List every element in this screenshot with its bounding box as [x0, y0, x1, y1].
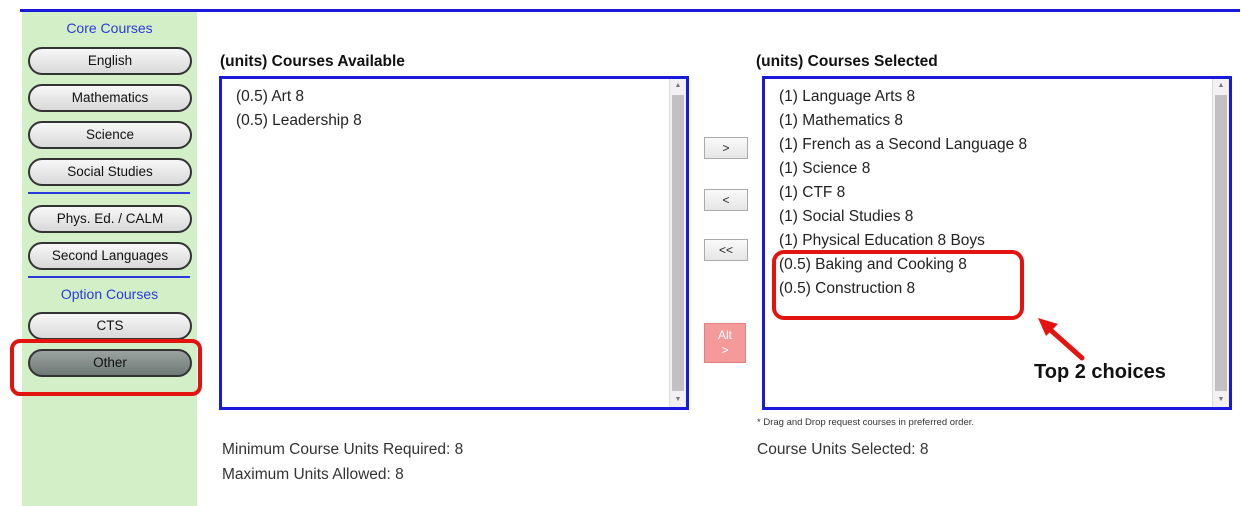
top-choices-highlight-box	[772, 250, 1024, 320]
scroll-up-arrow-icon[interactable]: ▲	[1213, 79, 1229, 93]
courses-available-title: (units) Courses Available	[220, 53, 405, 70]
phys-ed-calm-button[interactable]: Phys. Ed. / CALM	[28, 205, 192, 233]
min-units-text: Minimum Course Units Required: 8	[222, 441, 464, 458]
list-item[interactable]: (1) Science 8	[779, 157, 1027, 181]
sidebar-divider	[28, 276, 190, 278]
list-item[interactable]: (1) French as a Second Language 8	[779, 133, 1027, 157]
list-item[interactable]: (1) Language Arts 8	[779, 85, 1027, 109]
list-item[interactable]: (1) Social Studies 8	[779, 205, 1027, 229]
option-courses-heading: Option Courses	[60, 286, 159, 302]
sidebar-divider	[28, 192, 190, 194]
list-item[interactable]: (1) CTF 8	[779, 181, 1027, 205]
list-item[interactable]: (0.5) Art 8	[236, 85, 362, 109]
alt-button-arrow: >	[721, 343, 729, 357]
courses-available-list[interactable]: (0.5) Art 8 (0.5) Leadership 8 ▲ ▼	[219, 76, 689, 410]
courses-selected-title: (units) Courses Selected	[756, 53, 938, 70]
core-courses-heading: Core Courses	[66, 20, 153, 36]
remove-course-button[interactable]: <	[704, 189, 748, 211]
alt-button-label: Alt	[717, 328, 732, 342]
scroll-down-arrow-icon[interactable]: ▼	[670, 393, 686, 407]
add-alternate-button[interactable]: Alt >	[704, 323, 746, 363]
science-button[interactable]: Science	[28, 121, 192, 149]
remove-all-button[interactable]: <<	[704, 239, 748, 261]
units-selected-text: Course Units Selected: 8	[757, 441, 929, 458]
second-languages-button[interactable]: Second Languages	[28, 242, 192, 270]
scroll-thumb[interactable]	[672, 95, 684, 391]
scroll-thumb[interactable]	[1215, 95, 1227, 391]
add-course-button[interactable]: >	[704, 137, 748, 159]
scroll-up-arrow-icon[interactable]: ▲	[670, 79, 686, 93]
red-arrow-icon	[1038, 318, 1085, 361]
course-category-sidebar: Core Courses English Mathematics Science…	[22, 12, 197, 506]
scroll-down-arrow-icon[interactable]: ▼	[1213, 393, 1229, 407]
scrollbar[interactable]: ▲ ▼	[669, 79, 686, 407]
top-choices-annotation: Top 2 choices	[1034, 361, 1166, 383]
top-border-line	[20, 9, 1240, 12]
other-highlight-box	[10, 339, 202, 396]
scrollbar[interactable]: ▲ ▼	[1212, 79, 1229, 407]
cts-button[interactable]: CTS	[28, 312, 192, 340]
list-item[interactable]: (1) Mathematics 8	[779, 109, 1027, 133]
drag-drop-note: * Drag and Drop request courses in prefe…	[757, 417, 975, 428]
social-studies-button[interactable]: Social Studies	[28, 158, 192, 186]
english-button[interactable]: English	[28, 47, 192, 75]
mathematics-button[interactable]: Mathematics	[28, 84, 192, 112]
courses-selected-list[interactable]: (1) Language Arts 8 (1) Mathematics 8 (1…	[762, 76, 1232, 410]
max-units-text: Maximum Units Allowed: 8	[222, 466, 404, 483]
list-item[interactable]: (0.5) Leadership 8	[236, 109, 362, 133]
